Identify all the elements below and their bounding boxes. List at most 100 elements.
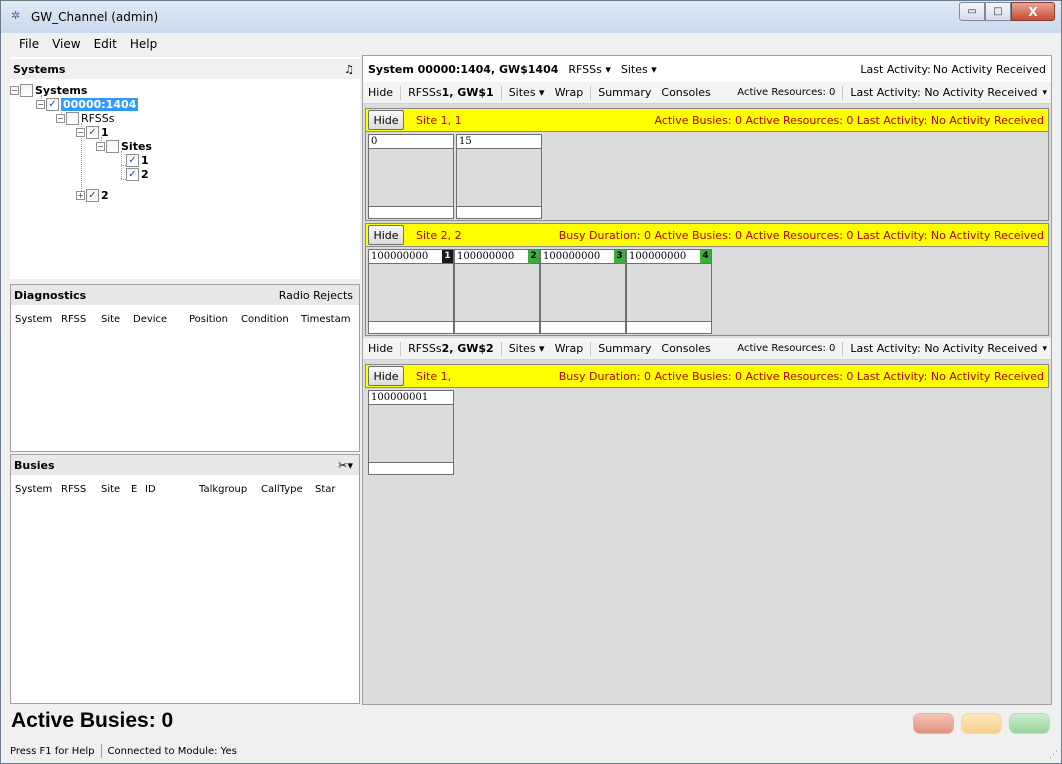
rfsss-dropdown[interactable]: RFSSs ▾ [563, 63, 616, 76]
column-header[interactable]: System [11, 314, 57, 325]
channel-tile[interactable]: 15 [456, 134, 542, 219]
column-header[interactable]: ID [141, 484, 195, 495]
minimize-button[interactable]: ▭ [959, 2, 985, 21]
channel-tile[interactable]: 100000001 [368, 390, 454, 475]
collapse-icon[interactable]: − [96, 141, 105, 151]
site-channels-2: 100000000 1 100000000 2 100000000 3 1000… [365, 247, 1049, 336]
channel-id: 100000000 [541, 250, 625, 264]
site-stats: Busy Duration: 0 Active Busies: 0 Active… [558, 229, 1044, 242]
column-header[interactable]: Device [129, 314, 185, 325]
title-bar: ✲ GW_Channel (admin) ▭ □ X [1, 1, 1061, 33]
column-header[interactable]: Position [185, 314, 237, 325]
diagnostics-panel-title: Diagnostics [14, 289, 87, 302]
rfss-summary-button[interactable]: Summary [593, 86, 656, 99]
site-hide-button[interactable]: Hide [368, 110, 404, 130]
rfss-consoles-button[interactable]: Consoles [656, 86, 715, 99]
rfss-name: 2, GW$2 [441, 342, 494, 355]
channel-tile[interactable]: 100000000 3 [540, 249, 626, 334]
checkbox-rfss-2[interactable]: ✓ [86, 188, 99, 202]
resize-grip-icon[interactable]: ⋰ [1049, 750, 1058, 760]
tree-node-site-2[interactable]: ✓ 2 [126, 167, 149, 181]
checkbox-rfsss[interactable] [66, 111, 79, 125]
last-activity-value: No Activity Received [932, 62, 1046, 76]
collapse-icon[interactable]: − [76, 127, 85, 137]
column-header[interactable]: Site [97, 484, 127, 495]
column-header[interactable]: Site [97, 314, 129, 325]
menu-help[interactable]: Help [130, 37, 157, 51]
rfss-last-activity: Last Activity: No Activity Received [850, 86, 1038, 99]
channel-display-area: System 00000:1404, GW$1404 RFSSs ▾ Sites… [362, 55, 1052, 705]
expand-icon[interactable]: + [76, 190, 85, 200]
channel-footer [455, 321, 539, 333]
column-header[interactable]: RFSS [57, 314, 97, 325]
rfss-hide-button[interactable]: Hide [363, 342, 398, 355]
channel-id: 100000000 [627, 250, 711, 264]
sites-dropdown[interactable]: Sites ▾ [616, 63, 662, 76]
radio-rejects-label[interactable]: Radio Rejects [279, 289, 353, 302]
close-button[interactable]: X [1011, 2, 1055, 21]
channel-tile[interactable]: 100000000 4 [626, 249, 712, 334]
column-header[interactable]: Condition [237, 314, 297, 325]
site-hide-button[interactable]: Hide [368, 225, 404, 245]
tools-icon[interactable]: ✂▾ [338, 459, 353, 472]
tree-label-rfss-2: 2 [101, 188, 109, 202]
collapse-icon[interactable]: − [56, 113, 65, 123]
window-controls: ▭ □ X [959, 2, 1055, 22]
checkbox-sites[interactable] [106, 139, 119, 153]
tree-node-rfsss[interactable]: − RFSSs [56, 111, 114, 125]
channel-badge: 4 [700, 250, 711, 263]
checkbox-rfss-1[interactable]: ✓ [86, 125, 99, 139]
column-header[interactable]: System [11, 484, 57, 495]
bell-icon[interactable]: ♫ [344, 63, 354, 76]
channel-footer [369, 321, 453, 333]
site-name: Site 2, 2 [416, 228, 462, 242]
menu-bar: File View Edit Help [1, 33, 1061, 55]
overflow-chevron-icon[interactable]: ▾ [1042, 344, 1051, 354]
rfss-sites-dropdown[interactable]: Sites ▾ [504, 342, 550, 355]
rfss-active-resources: Active Resources: 0 [737, 87, 836, 98]
rfss-sites-dropdown[interactable]: Sites ▾ [504, 86, 550, 99]
channel-badge: 3 [614, 250, 625, 263]
checkbox-site-1[interactable]: ✓ [126, 153, 139, 167]
column-header[interactable]: CallType [257, 484, 311, 495]
column-header[interactable]: Talkgroup [195, 484, 257, 495]
collapse-icon[interactable]: − [10, 85, 19, 95]
rfss-hide-button[interactable]: Hide [363, 86, 398, 99]
last-activity-label: Last Activity: [860, 62, 931, 76]
status-bar: Press F1 for Help Connected to Module: Y… [1, 741, 1061, 761]
site-hide-button[interactable]: Hide [368, 366, 404, 386]
rfss-consoles-button[interactable]: Consoles [656, 342, 715, 355]
tree-label-rfsss: RFSSs [81, 111, 115, 125]
tree-node-system[interactable]: − ✓ 00000:1404 [36, 97, 139, 111]
app-window: ✲ GW_Channel (admin) ▭ □ X File View Edi… [0, 0, 1062, 764]
rfss-wrap-button[interactable]: Wrap [550, 342, 589, 355]
menu-edit[interactable]: Edit [94, 37, 117, 51]
tree-label-system: 00000:1404 [61, 97, 139, 111]
menu-file[interactable]: File [19, 37, 39, 51]
channel-tile[interactable]: 0 [368, 134, 454, 219]
checkbox-systems[interactable] [20, 83, 33, 97]
overflow-chevron-icon[interactable]: ▾ [1042, 88, 1051, 98]
menu-view[interactable]: View [52, 37, 80, 51]
channel-badge: 1 [442, 250, 453, 263]
tree-node-sites[interactable]: − Sites [96, 139, 152, 153]
collapse-icon[interactable]: − [36, 99, 45, 109]
column-header[interactable]: Star [311, 484, 351, 495]
rfss-wrap-button[interactable]: Wrap [550, 86, 589, 99]
channel-tile[interactable]: 100000000 2 [454, 249, 540, 334]
tree-node-rfss-2[interactable]: + ✓ 2 [76, 188, 109, 202]
tree-node-site-1[interactable]: ✓ 1 [126, 153, 149, 167]
column-header[interactable]: RFSS [57, 484, 97, 495]
checkbox-system[interactable]: ✓ [46, 97, 59, 111]
busies-columns: System RFSS Site E ID Talkgroup CallType… [11, 479, 359, 499]
tree-node-rfss-1[interactable]: − ✓ 1 [76, 125, 109, 139]
channel-tile[interactable]: 100000000 1 [368, 249, 454, 334]
column-header[interactable]: Timestam [297, 314, 357, 325]
tree-node-systems[interactable]: − Systems [10, 83, 87, 97]
checkbox-site-2[interactable]: ✓ [126, 167, 139, 181]
maximize-button[interactable]: □ [985, 2, 1011, 21]
rfss-summary-button[interactable]: Summary [593, 342, 656, 355]
column-header[interactable]: E [127, 484, 141, 495]
site-stats: Busy Duration: 0 Active Busies: 0 Active… [558, 370, 1044, 383]
systems-panel-header: Systems ♫ [10, 59, 360, 79]
